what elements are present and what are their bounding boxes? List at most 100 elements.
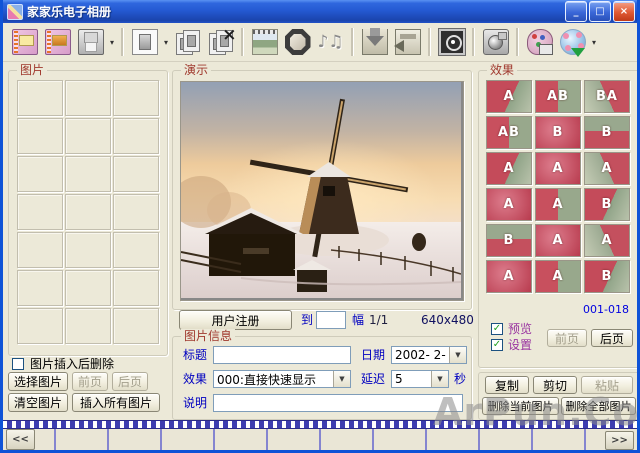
delay-combo[interactable]: 5 ▼ — [391, 370, 449, 388]
delete-after-insert-checkbox[interactable] — [12, 358, 24, 370]
snow-windmill-photo[interactable] — [180, 81, 464, 301]
delete-picture-button[interactable]: × — [204, 25, 237, 59]
goto-input[interactable] — [316, 311, 346, 329]
select-pictures-button[interactable]: 选择图片 — [8, 372, 68, 391]
delete-current-picture-button[interactable]: 删除当前图片 — [482, 397, 559, 415]
maximize-button[interactable]: □ — [589, 1, 611, 22]
effects-next-page-button[interactable]: 后页 — [591, 329, 633, 347]
picture-slot[interactable] — [65, 80, 111, 116]
new-album-button[interactable] — [8, 25, 41, 59]
palette-button[interactable] — [523, 25, 556, 59]
picture-slot[interactable] — [113, 118, 159, 154]
add-picture-dropdown-arrow[interactable]: ▾ — [161, 27, 171, 57]
picture-slot[interactable] — [113, 270, 159, 306]
film-cell[interactable] — [321, 429, 374, 451]
effect-tile[interactable]: A — [535, 152, 581, 185]
picture-slot[interactable] — [17, 118, 63, 154]
film-cell[interactable] — [56, 429, 109, 451]
effect-tile[interactable]: A — [535, 224, 581, 257]
picture-slot[interactable] — [65, 118, 111, 154]
effect-tile[interactable]: A — [486, 152, 532, 185]
desc-label: 说明 — [183, 395, 207, 412]
picture-slot[interactable] — [113, 232, 159, 268]
save-album-button[interactable] — [74, 25, 107, 59]
effect-combo[interactable]: 000:直接快速显示 ▼ — [213, 370, 351, 388]
picture-slot[interactable] — [113, 194, 159, 230]
add-picture-button[interactable] — [128, 25, 161, 59]
effect-dropdown-icon[interactable]: ▼ — [333, 371, 350, 387]
effect-tile[interactable]: A — [535, 260, 581, 293]
film-cell[interactable] — [533, 429, 586, 451]
projector-button[interactable] — [479, 25, 512, 59]
effect-tile[interactable]: A — [584, 224, 630, 257]
date-combo[interactable]: 2002- 2- 8 ▼ — [391, 346, 467, 364]
music-button[interactable]: ♪♫ — [314, 25, 347, 59]
minimize-button[interactable]: _ — [565, 1, 587, 22]
picture-slot[interactable] — [17, 194, 63, 230]
film-cell[interactable] — [109, 429, 162, 451]
effect-tile[interactable]: BA — [584, 80, 630, 113]
effects-prev-page-button[interactable]: 前页 — [547, 329, 587, 347]
picture-slot[interactable] — [113, 156, 159, 192]
picture-slot[interactable] — [17, 80, 63, 116]
effect-tile[interactable]: A — [486, 188, 532, 221]
effect-tile[interactable]: B — [584, 116, 630, 149]
picture-slot[interactable] — [65, 308, 111, 344]
desc-input[interactable] — [213, 394, 463, 412]
picture-slot[interactable] — [65, 270, 111, 306]
effect-tile[interactable]: B — [584, 188, 630, 221]
framed-photo-button[interactable] — [281, 25, 314, 59]
title-input[interactable] — [213, 346, 351, 364]
paste-button[interactable]: 粘贴 — [581, 376, 633, 394]
picture-slot[interactable] — [17, 270, 63, 306]
effect-tile[interactable]: B — [486, 224, 532, 257]
picture-slot[interactable] — [17, 156, 63, 192]
cut-button[interactable]: 剪切 — [533, 376, 577, 394]
film-cell[interactable] — [427, 429, 480, 451]
close-button[interactable]: × — [613, 1, 635, 22]
picture-slot[interactable] — [65, 232, 111, 268]
picture-slot[interactable] — [17, 308, 63, 344]
filmstrip-expand-button[interactable]: >> — [605, 431, 634, 450]
save-dropdown-arrow[interactable]: ▾ — [107, 27, 117, 57]
import-pictures-button[interactable] — [358, 25, 391, 59]
picture-slot[interactable] — [65, 156, 111, 192]
effect-tile[interactable]: A — [584, 152, 630, 185]
effect-tile[interactable]: A — [535, 188, 581, 221]
film-cell[interactable] — [268, 429, 321, 451]
user-register-button[interactable]: 用户注册 — [179, 310, 292, 330]
film-cell[interactable] — [162, 429, 215, 451]
picture-slot[interactable] — [113, 80, 159, 116]
settings-checkbox[interactable]: ✓ — [491, 339, 503, 351]
filmstrip-collapse-button[interactable]: << — [6, 429, 35, 450]
film-cell[interactable] — [215, 429, 268, 451]
delete-all-pictures-button[interactable]: 删除全部图片 — [561, 397, 636, 415]
pictures-prev-page-button[interactable]: 前页 — [72, 372, 108, 391]
copy-button[interactable]: 复制 — [485, 376, 529, 394]
film-cell[interactable] — [374, 429, 427, 451]
effect-tile[interactable]: B — [584, 260, 630, 293]
web-globe-button[interactable] — [556, 25, 589, 59]
photo-note-button[interactable] — [248, 25, 281, 59]
insert-all-pictures-button[interactable]: 插入所有图片 — [72, 393, 160, 412]
picture-slot[interactable] — [113, 308, 159, 344]
effect-tile[interactable]: AB — [486, 116, 532, 149]
effect-tile[interactable]: A — [486, 260, 532, 293]
effect-tile[interactable]: AB — [535, 80, 581, 113]
open-album-button[interactable] — [41, 25, 74, 59]
delay-dropdown-icon[interactable]: ▼ — [431, 371, 448, 387]
date-dropdown-icon[interactable]: ▼ — [449, 347, 466, 363]
film-cell[interactable] — [480, 429, 533, 451]
titlebar[interactable]: 家家乐电子相册 _ □ × — [0, 0, 640, 23]
preview-checkbox[interactable]: ✓ — [491, 323, 503, 335]
effect-tile[interactable]: B — [535, 116, 581, 149]
picture-slot[interactable] — [65, 194, 111, 230]
web-dropdown-arrow[interactable]: ▾ — [589, 27, 599, 57]
copy-picture-button[interactable] — [171, 25, 204, 59]
import-album-button[interactable] — [391, 25, 424, 59]
pictures-next-page-button[interactable]: 后页 — [112, 372, 148, 391]
display-settings-button[interactable] — [435, 25, 468, 59]
clear-pictures-button[interactable]: 清空图片 — [8, 393, 68, 412]
picture-slot[interactable] — [17, 232, 63, 268]
effect-tile[interactable]: A — [486, 80, 532, 113]
